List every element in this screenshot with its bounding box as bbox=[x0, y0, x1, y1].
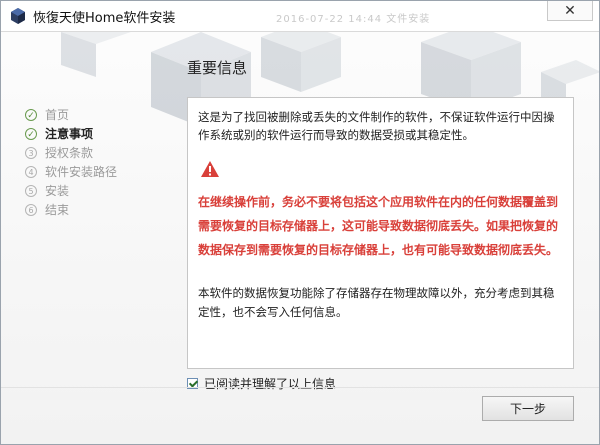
step-number: 4 bbox=[25, 165, 37, 178]
step-install: 5 安装 bbox=[25, 181, 175, 200]
agree-checkbox-row[interactable]: 已阅读并理解了以上信息 bbox=[187, 375, 336, 392]
intro-text: 这是为了找回被删除或丢失的文件制作的软件，不保证软件运行中因操作系统或别的软件运… bbox=[198, 110, 555, 142]
title-bar: 恢復天使Home软件安装 2016-07-22 14:44 文件安装 ✕ bbox=[1, 1, 599, 32]
step-notes: ✓ 注意事项 bbox=[25, 124, 175, 143]
step-home: ✓ 首页 bbox=[25, 105, 175, 124]
step-finish: 6 结束 bbox=[25, 200, 175, 219]
step-label: 首页 bbox=[45, 108, 70, 122]
footer-divider bbox=[1, 387, 599, 388]
step-label: 结束 bbox=[45, 203, 70, 217]
step-label: 授权条款 bbox=[45, 146, 94, 160]
installer-window: 恢復天使Home软件安装 2016-07-22 14:44 文件安装 ✕ ✓ 首… bbox=[0, 0, 600, 445]
app-cube-icon bbox=[11, 8, 25, 24]
next-button[interactable]: 下一步 bbox=[482, 396, 574, 421]
window-title: 恢復天使Home软件安装 bbox=[33, 11, 176, 26]
step-label: 软件安装路径 bbox=[45, 165, 118, 179]
step-number: 6 bbox=[25, 203, 37, 216]
warning-text: 在继续操作前，务必不要将包括这个应用软件在内的任何数据覆盖到需要恢复的目标存储器… bbox=[198, 195, 559, 257]
checkmark-icon: ✓ bbox=[25, 127, 37, 140]
step-sidebar: ✓ 首页 ✓ 注意事项 3 授权条款 4 软件安装路径 5 安装 6 结束 bbox=[25, 105, 175, 219]
step-label: 安装 bbox=[45, 184, 70, 198]
checkmark-icon: ✓ bbox=[25, 108, 37, 121]
step-license: 3 授权条款 bbox=[25, 143, 175, 162]
warning-icon bbox=[201, 161, 219, 177]
step-label: 注意事项 bbox=[45, 127, 94, 141]
close-button[interactable]: ✕ bbox=[547, 1, 593, 21]
agree-label: 已阅读并理解了以上信息 bbox=[204, 377, 337, 391]
outro-text: 本软件的数据恢复功能除了存储器存在物理故障以外，充分考虑到其稳定性，也不会写入任… bbox=[198, 286, 555, 319]
step-number: 3 bbox=[25, 146, 37, 159]
close-icon: ✕ bbox=[564, 2, 576, 19]
faint-header-text: 2016-07-22 14:44 文件安装 bbox=[276, 14, 431, 25]
step-install-path: 4 软件安装路径 bbox=[25, 162, 175, 181]
page-title: 重要信息 bbox=[187, 59, 248, 77]
info-panel[interactable]: 这是为了找回被删除或丢失的文件制作的软件，不保证软件运行中因操作系统或别的软件运… bbox=[187, 97, 574, 369]
step-number: 5 bbox=[25, 184, 37, 197]
next-button-label: 下一步 bbox=[509, 402, 546, 416]
